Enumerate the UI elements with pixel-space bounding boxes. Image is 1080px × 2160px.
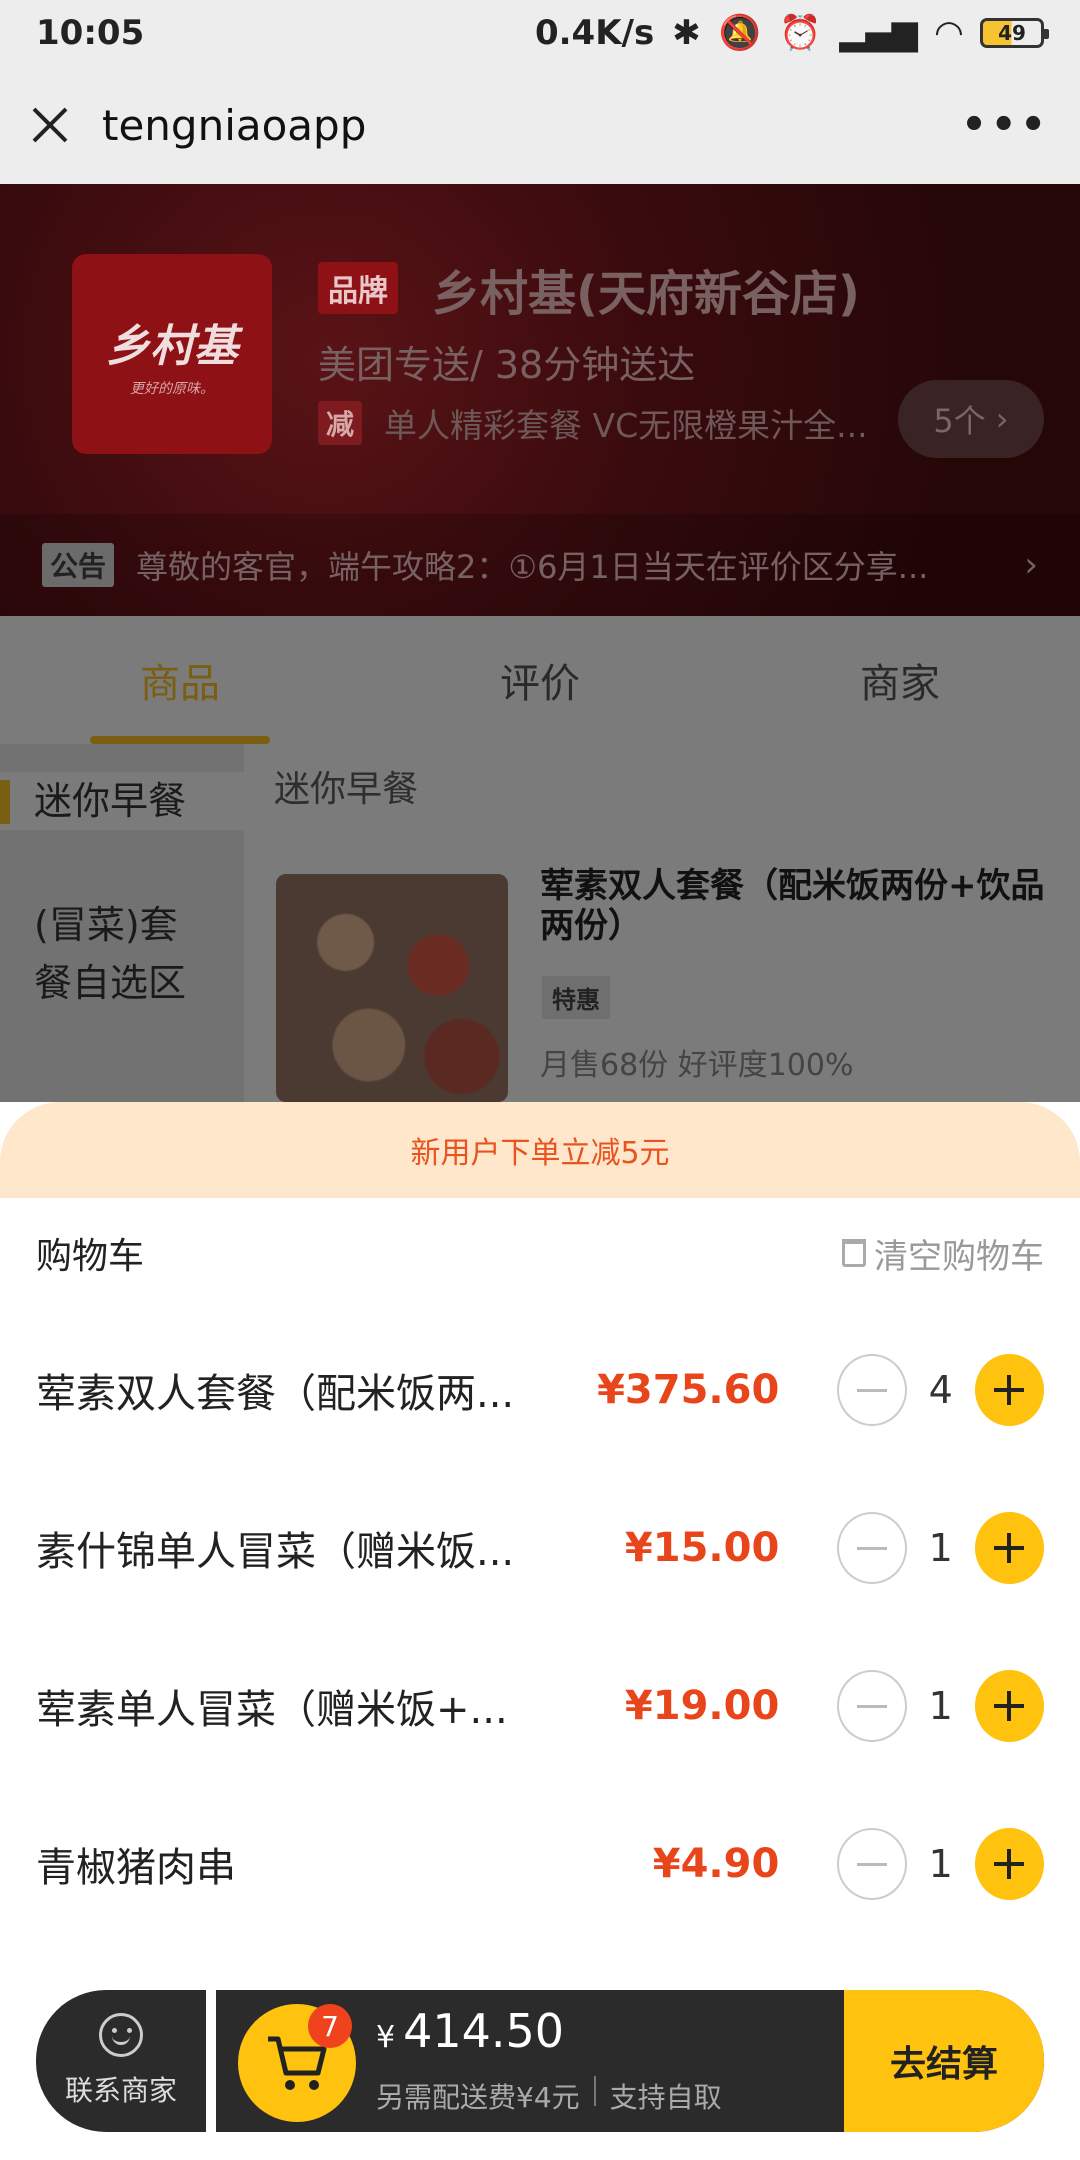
decrease-button[interactable]	[837, 1354, 907, 1426]
alarm-icon: ⏰	[779, 13, 822, 53]
dish-image[interactable]	[276, 874, 508, 1102]
clear-cart-button[interactable]: 清空购物车	[842, 1229, 1044, 1278]
app-title: tengniaoapp	[102, 100, 367, 150]
cart-item-qty: 1	[928, 1526, 953, 1570]
tab-merchant[interactable]: 商家	[720, 616, 1080, 744]
cart-item: 荤素双人套餐（配米饭两... ¥375.60 4	[0, 1330, 1080, 1450]
cart-count-badge: 7	[308, 2004, 352, 2048]
status-icons: 0.4K/s ✱ 🔕 ⏰ ▂▄▆ ◠ 49	[534, 13, 1049, 53]
bluetooth-icon: ✱	[672, 13, 701, 53]
increase-button[interactable]	[974, 1512, 1044, 1584]
delivery-info: 美团专送/ 38分钟送达	[318, 343, 696, 387]
cart-total: ¥414.50	[376, 2004, 565, 2058]
network-speed: 0.4K/s	[534, 13, 655, 53]
cart-item-qty: 1	[928, 1842, 953, 1886]
mute-icon: 🔕	[718, 13, 762, 53]
chevron-right-icon: ›	[995, 400, 1009, 438]
signal-icon: ▂▄▆	[839, 13, 918, 53]
increase-button[interactable]	[974, 1354, 1044, 1426]
special-badge: 特惠	[542, 976, 610, 1019]
decrease-button[interactable]	[837, 1670, 907, 1742]
cart-item-price: ¥19.00	[624, 1683, 780, 1729]
delivery-fee: 另需配送费¥4元	[376, 2081, 580, 2114]
fee-info: 另需配送费¥4元 支持自取	[376, 2076, 722, 2116]
status-time: 10:05	[36, 13, 145, 53]
cart-item: 青椒猪肉串 ¥4.90 1	[0, 1804, 1080, 1924]
checkout-bar: 7 ¥414.50 另需配送费¥4元 支持自取 去结算	[216, 1990, 1044, 2132]
cart-title: 购物车	[36, 1236, 145, 1277]
shop-logo: 乡村基 更好的原味。	[72, 254, 272, 454]
cart-item-price: ¥375.60	[597, 1367, 780, 1413]
trash-icon	[842, 1239, 866, 1267]
brand-badge: 品牌	[318, 262, 398, 314]
announcement-text: 尊敬的客官，端午攻略2：①6月1日当天在评价区分享...	[136, 548, 929, 586]
cart-item-qty: 1	[928, 1684, 953, 1728]
cart-item: 荤素单人冒菜（赠米饭+... ¥19.00 1	[0, 1646, 1080, 1766]
promo-count-button[interactable]: 5个 ›	[898, 380, 1044, 458]
cart-item: 素什锦单人冒菜（赠米饭... ¥15.00 1	[0, 1488, 1080, 1608]
shop-header: 乡村基 更好的原味。 品牌 乡村基(天府新谷店) 美团专送/ 38分钟送达 减 …	[0, 184, 1080, 616]
contact-merchant-button[interactable]: 联系商家	[36, 1990, 206, 2132]
discount-promo[interactable]: 减 单人精彩套餐 VC无限橙果汁全...	[318, 399, 868, 447]
pickup-supported: 支持自取	[609, 2081, 722, 2114]
sidebar-item-mini-breakfast[interactable]: 迷你早餐	[0, 772, 244, 830]
cart-header: 购物车 清空购物车	[0, 1198, 1080, 1308]
more-icon[interactable]: •••	[961, 102, 1050, 148]
sidebar-item-maocai-set[interactable]: (冒菜)套	[0, 896, 244, 954]
cart-item-price: ¥4.90	[652, 1841, 780, 1887]
discount-icon: 减	[318, 401, 362, 445]
sidebar-item-maocai-set-line2[interactable]: 餐自选区	[0, 954, 244, 1012]
increase-button[interactable]	[974, 1670, 1044, 1742]
divider	[593, 2076, 596, 2106]
increase-button[interactable]	[974, 1828, 1044, 1900]
dish-name[interactable]: 荤素双人套餐（配米饭两份+饮品两份）	[540, 866, 1060, 946]
checkout-button[interactable]: 去结算	[844, 1990, 1044, 2132]
decrease-button[interactable]	[837, 1828, 907, 1900]
new-user-promo-bar: 新用户下单立减5元	[0, 1102, 1080, 1198]
wifi-icon: ◠	[935, 13, 962, 53]
cart-item-name: 荤素单人冒菜（赠米饭+...	[36, 1687, 508, 1733]
status-bar: 10:05 0.4K/s ✱ 🔕 ⏰ ▂▄▆ ◠ 49	[0, 0, 1080, 66]
cart-item-price: ¥15.00	[624, 1525, 780, 1571]
tab-reviews[interactable]: 评价	[360, 616, 720, 744]
cart-item-name: 青椒猪肉串	[36, 1845, 236, 1891]
cart-item-name: 荤素双人套餐（配米饭两...	[36, 1371, 515, 1417]
dish-sales-meta: 月售68份 好评度100%	[540, 1048, 854, 1083]
mini-app-title-bar: tengniaoapp •••	[0, 66, 1080, 184]
decrease-button[interactable]	[837, 1512, 907, 1584]
category-sidebar: 迷你早餐 (冒菜)套 餐自选区	[0, 744, 244, 1102]
announcement-tag: 公告	[42, 543, 115, 587]
cart-item-qty: 4	[928, 1368, 953, 1412]
chevron-right-icon: ›	[1024, 545, 1038, 585]
cart-item-name: 素什锦单人冒菜（赠米饭...	[36, 1529, 515, 1575]
battery-icon: 49	[980, 18, 1049, 48]
section-title: 迷你早餐	[274, 769, 419, 810]
discount-text: 单人精彩套餐 VC无限橙果汁全...	[384, 406, 868, 445]
announcement-bar[interactable]: 公告 尊敬的客官，端午攻略2：①6月1日当天在评价区分享... ›	[0, 514, 1080, 616]
close-icon[interactable]	[30, 105, 70, 145]
tab-products[interactable]: 商品	[0, 616, 360, 744]
shop-name: 乡村基(天府新谷店)	[432, 266, 860, 322]
tab-bar: 商品 评价 商家	[0, 616, 1080, 744]
menu-content: 迷你早餐 (冒菜)套 餐自选区 迷你早餐 荤素双人套餐（配米饭两份+饮品两份） …	[0, 744, 1080, 1102]
smiley-icon	[99, 2013, 143, 2057]
